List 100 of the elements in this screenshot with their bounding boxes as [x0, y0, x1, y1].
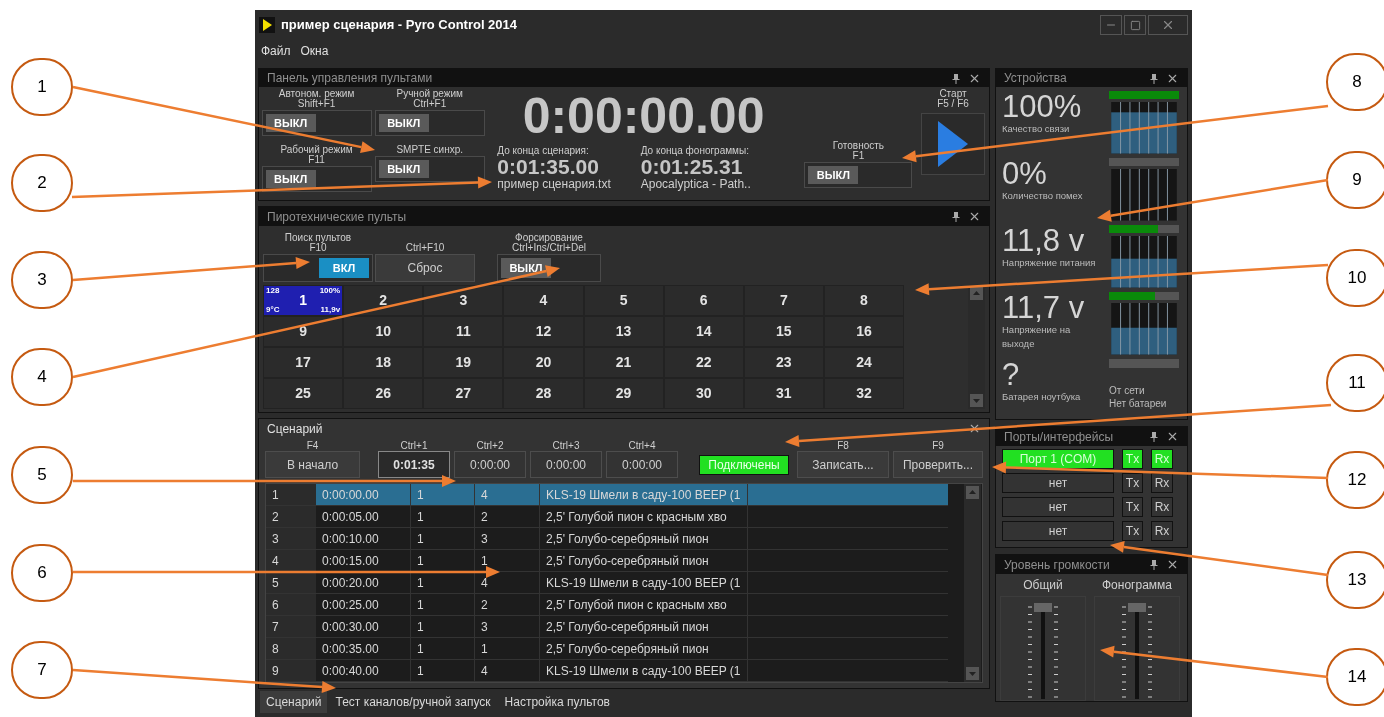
go-to-start-button[interactable]: В начало: [265, 451, 360, 478]
console-cell[interactable]: 5: [583, 285, 664, 316]
tx-light: Tx: [1122, 449, 1143, 469]
console-cell[interactable]: 25: [263, 378, 344, 409]
console-cell[interactable]: 3: [423, 285, 504, 316]
close-icon[interactable]: [1166, 430, 1179, 443]
toggle-switch[interactable]: ВЫКЛ: [261, 166, 372, 192]
table-row[interactable]: 2 0:00:05.00 1 2 2,5' Голубой пион с красным хво: [266, 506, 948, 528]
close-icon[interactable]: [1166, 558, 1179, 571]
scrollbar[interactable]: [964, 484, 981, 682]
console-cell[interactable]: 19: [423, 347, 504, 378]
table-cell: KLS-19 Шмели в саду-100 BEEP (1: [540, 660, 748, 681]
control-caption: Ctrl+4: [628, 441, 656, 451]
time-marker[interactable]: 0:01:35: [378, 451, 450, 478]
table-cell: 1: [411, 506, 475, 527]
maximize-icon[interactable]: [1124, 15, 1146, 35]
pin-icon[interactable]: [1150, 559, 1158, 570]
menu-item[interactable]: Файл: [261, 42, 291, 60]
toggle-switch[interactable]: ВКЛ: [263, 254, 373, 282]
pin-icon[interactable]: [1150, 431, 1158, 442]
console-cell[interactable]: 10: [343, 316, 424, 347]
table-row[interactable]: 9 0:00:40.00 1 4 KLS-19 Шмели в саду-100 BEEP (1: [266, 660, 948, 682]
slider-thumb[interactable]: [1128, 603, 1146, 612]
toggle-switch[interactable]: ВЫКЛ: [374, 156, 485, 182]
start-button[interactable]: [921, 113, 985, 175]
console-cell[interactable]: 20: [503, 347, 584, 378]
time-marker[interactable]: 0:00:00: [606, 451, 678, 478]
pin-icon[interactable]: [1150, 72, 1158, 84]
toggle-switch[interactable]: ВЫКЛ: [374, 110, 485, 136]
scrollbar[interactable]: [968, 285, 985, 409]
history-graph: [1109, 169, 1179, 221]
table-row[interactable]: 8 0:00:35.00 1 1 2,5' Голубо-серебряный пион: [266, 638, 948, 660]
toggle-switch[interactable]: ВЫКЛ: [804, 162, 913, 188]
reset-button[interactable]: Сброс: [375, 254, 475, 282]
volume-slider[interactable]: [1119, 603, 1155, 699]
bottom-tab[interactable]: Тест каналов/ручной запуск: [329, 690, 497, 713]
console-cell[interactable]: 31: [743, 378, 824, 409]
toggle-switch[interactable]: ВЫКЛ: [261, 110, 372, 136]
scroll-down-icon: [970, 394, 984, 407]
bottom-tab[interactable]: Сценарий: [260, 690, 328, 713]
slider-thumb[interactable]: [1034, 603, 1052, 612]
row-number: 7: [266, 616, 316, 637]
console-cell[interactable]: 11: [423, 316, 504, 347]
console-cell[interactable]: 13: [583, 316, 664, 347]
control-caption: Ctrl+F10: [405, 243, 445, 253]
table-row[interactable]: 1 0:00:00.00 1 4 KLS-19 Шмели в саду-100 BEEP (1: [266, 484, 948, 506]
pin-icon[interactable]: [952, 211, 960, 222]
bottom-tab[interactable]: Настройка пультов: [498, 690, 616, 713]
panel-title: Порты/интерфейсы: [1004, 428, 1115, 446]
close-icon[interactable]: [968, 210, 981, 223]
file-name: Apocalyptica - Path..: [640, 178, 751, 191]
table-cell: 2,5' Голубо-серебряный пион: [540, 528, 748, 549]
console-cell[interactable]: 7: [743, 285, 824, 316]
table-row[interactable]: 5 0:00:20.00 1 4 KLS-19 Шмели в саду-100 BEEP (1: [266, 572, 948, 594]
console-cell[interactable]: 16: [823, 316, 905, 347]
menu-item[interactable]: Окна: [300, 42, 329, 60]
time-marker[interactable]: 0:00:00: [530, 451, 602, 478]
time-marker[interactable]: 0:00:00: [454, 451, 526, 478]
record-button[interactable]: Записать...: [797, 451, 889, 478]
row-number: 1: [266, 484, 316, 505]
table-cell: 2,5' Голубо-серебряный пион: [540, 638, 748, 659]
table-cell: 0:00:35.00: [316, 638, 411, 659]
console-cell[interactable]: 32: [823, 378, 905, 409]
port-button[interactable]: нет: [1002, 473, 1114, 493]
console-cell[interactable]: 18: [343, 347, 424, 378]
panel-title: Устройства: [1004, 70, 1068, 87]
console-cell[interactable]: 9: [263, 316, 344, 347]
volume-slider[interactable]: [1025, 603, 1061, 699]
metric-label: Напряжение на выходе: [1002, 323, 1072, 351]
console-cell[interactable]: 8: [823, 285, 905, 316]
console-cell[interactable]: 21: [583, 347, 664, 378]
console-cell[interactable]: 4: [503, 285, 584, 316]
port-button[interactable]: нет: [1002, 497, 1114, 517]
console-cell[interactable]: 6: [663, 285, 744, 316]
toggle-switch[interactable]: ВЫКЛ: [497, 254, 601, 282]
check-button[interactable]: Проверить...: [893, 451, 983, 478]
console-cell[interactable]: 2: [343, 285, 424, 316]
console-cell[interactable]: 14: [663, 316, 744, 347]
console-cell[interactable]: 23: [743, 347, 824, 378]
table-row[interactable]: 3 0:00:10.00 1 3 2,5' Голубо-серебряный пион: [266, 528, 948, 550]
table-row[interactable]: 6 0:00:25.00 1 2 2,5' Голубой пион с красным хво: [266, 594, 948, 616]
panel-title: Уровень громкости: [1004, 556, 1111, 574]
pin-icon[interactable]: [952, 72, 960, 84]
table-cell: 1: [411, 638, 475, 659]
console-cell[interactable]: 27: [423, 378, 504, 409]
console-cell[interactable]: 28: [503, 378, 584, 409]
console-cell[interactable]: 30: [663, 378, 744, 409]
console-cell[interactable]: 22: [663, 347, 744, 378]
console-cell[interactable]: 24: [823, 347, 905, 378]
console-cell[interactable]: 1 128 100% 9°C 11,9v: [263, 285, 344, 316]
console-cell[interactable]: 29: [583, 378, 664, 409]
table-row[interactable]: 4 0:00:15.00 1 1 2,5' Голубо-серебряный пион: [266, 550, 948, 572]
console-cell[interactable]: 17: [263, 347, 344, 378]
table-cell: 2,5' Голубо-серебряный пион: [540, 550, 748, 571]
table-row[interactable]: 7 0:00:30.00 1 3 2,5' Голубо-серебряный пион: [266, 616, 948, 638]
console-cell[interactable]: 12: [503, 316, 584, 347]
port-button[interactable]: нет: [1002, 521, 1114, 541]
console-cell[interactable]: 15: [743, 316, 824, 347]
close-icon[interactable]: [968, 422, 981, 435]
console-cell[interactable]: 26: [343, 378, 424, 409]
